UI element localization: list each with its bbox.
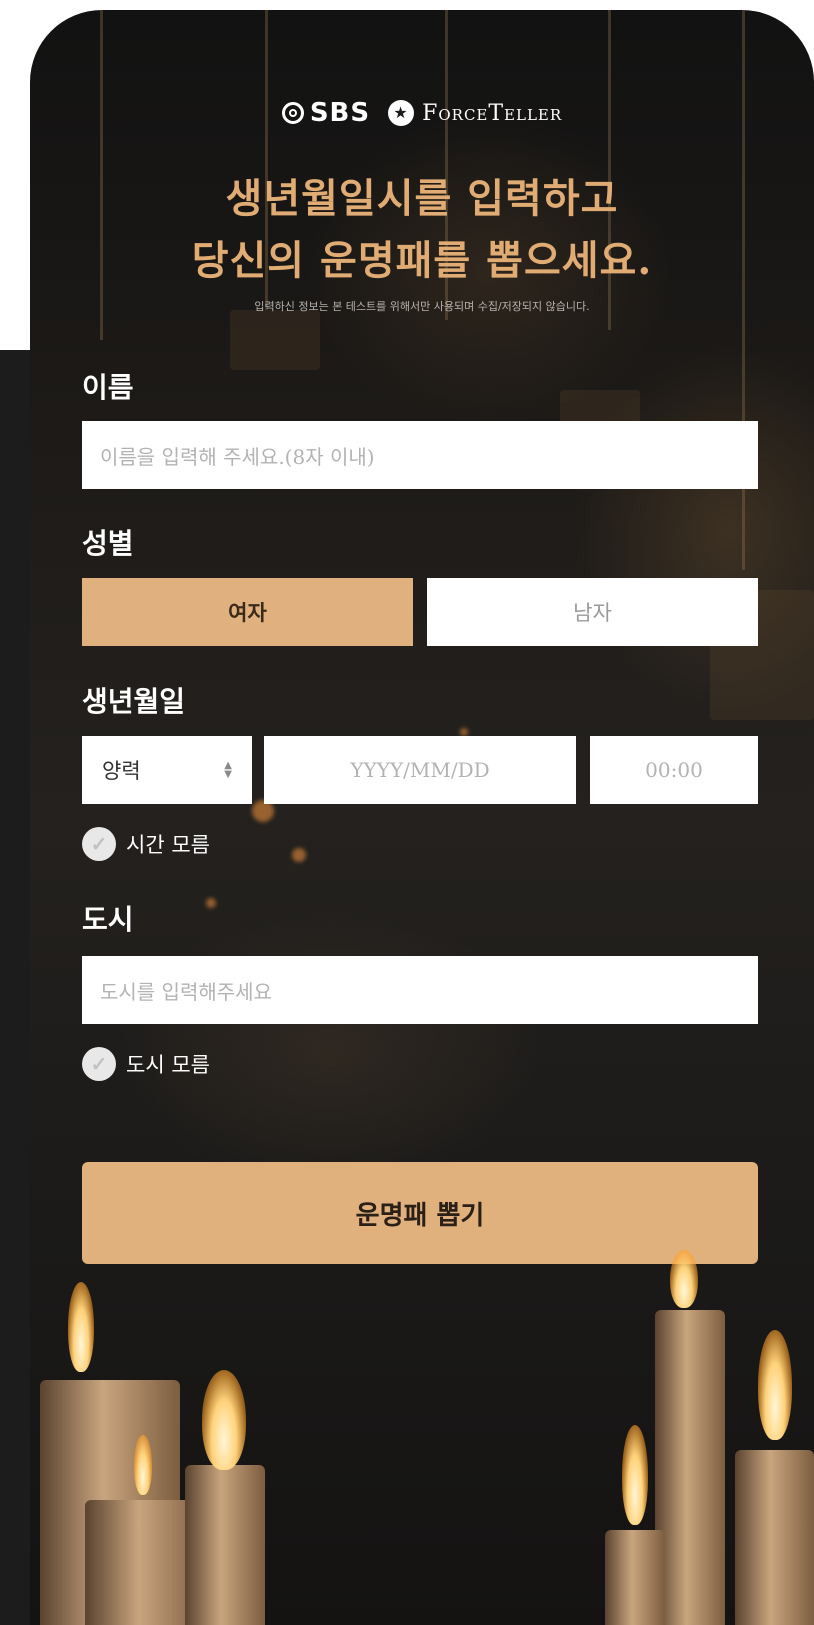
- gender-male-button[interactable]: 남자: [427, 578, 758, 646]
- check-icon: ✓: [82, 1047, 116, 1081]
- city-label: 도시: [82, 903, 134, 936]
- name-label: 이름: [82, 371, 134, 404]
- background-bokeh: [460, 728, 468, 736]
- birth-date-input[interactable]: YYYY/MM/DD: [264, 736, 576, 804]
- candle-image: [655, 1310, 725, 1625]
- unknown-city-label: 도시 모름: [126, 1053, 210, 1077]
- sbs-logo-text: SBS: [309, 98, 371, 128]
- forceteller-logo-text: ForceTeller: [422, 100, 563, 126]
- gender-female-button[interactable]: 여자: [82, 578, 413, 646]
- forceteller-logo: ★ ForceTeller: [388, 100, 562, 126]
- unknown-time-label: 시간 모름: [126, 833, 210, 857]
- candle-flame: [622, 1425, 648, 1525]
- sbs-logo: SBS: [281, 98, 371, 128]
- name-input[interactable]: 이름을 입력해 주세요.(8자 이내): [82, 421, 758, 489]
- calendar-type-select[interactable]: 양력 ▲ ▼: [82, 736, 252, 804]
- submit-button[interactable]: 운명패 뽑기: [82, 1162, 758, 1264]
- candle-flame: [670, 1250, 698, 1308]
- candle-flame: [758, 1330, 792, 1440]
- select-arrows-icon: ▲ ▼: [224, 760, 232, 780]
- page-headline: 생년월일시를 입력하고 당신의 운명패를 뽑으세요.: [30, 168, 814, 292]
- privacy-notice: 입력하신 정보는 본 테스트를 위해서만 사용되며 수집/저장되지 않습니다.: [254, 300, 590, 313]
- gender-label: 성별: [82, 527, 134, 560]
- candle-image: [605, 1530, 665, 1625]
- city-input[interactable]: 도시를 입력해주세요: [82, 956, 758, 1024]
- background-bokeh: [292, 848, 306, 862]
- headline-line-2: 당신의 운명패를 뽑으세요.: [191, 237, 653, 284]
- background-bokeh: [206, 898, 216, 908]
- candle-flame: [134, 1435, 152, 1495]
- background-card: [230, 310, 320, 370]
- candle-image: [735, 1450, 814, 1625]
- candle-flame: [68, 1282, 94, 1372]
- sbs-ring-icon: [281, 102, 304, 124]
- star-icon: ★: [388, 100, 415, 126]
- phone-frame: SBS ★ ForceTeller 생년월일시를 입력하고 당신의 운명패를 뽑…: [30, 10, 814, 1625]
- candle-image: [185, 1465, 265, 1625]
- candle-flame: [202, 1370, 246, 1470]
- birth-label: 생년월일: [82, 685, 186, 718]
- calendar-type-value: 양력: [102, 759, 141, 783]
- unknown-time-checkbox[interactable]: ✓ 시간 모름: [82, 827, 210, 861]
- brand-logos: SBS ★ ForceTeller: [30, 98, 814, 128]
- headline-line-1: 생년월일시를 입력하고: [225, 175, 619, 222]
- birth-time-input[interactable]: 00:00: [590, 736, 758, 804]
- check-icon: ✓: [82, 827, 116, 861]
- unknown-city-checkbox[interactable]: ✓ 도시 모름: [82, 1047, 210, 1081]
